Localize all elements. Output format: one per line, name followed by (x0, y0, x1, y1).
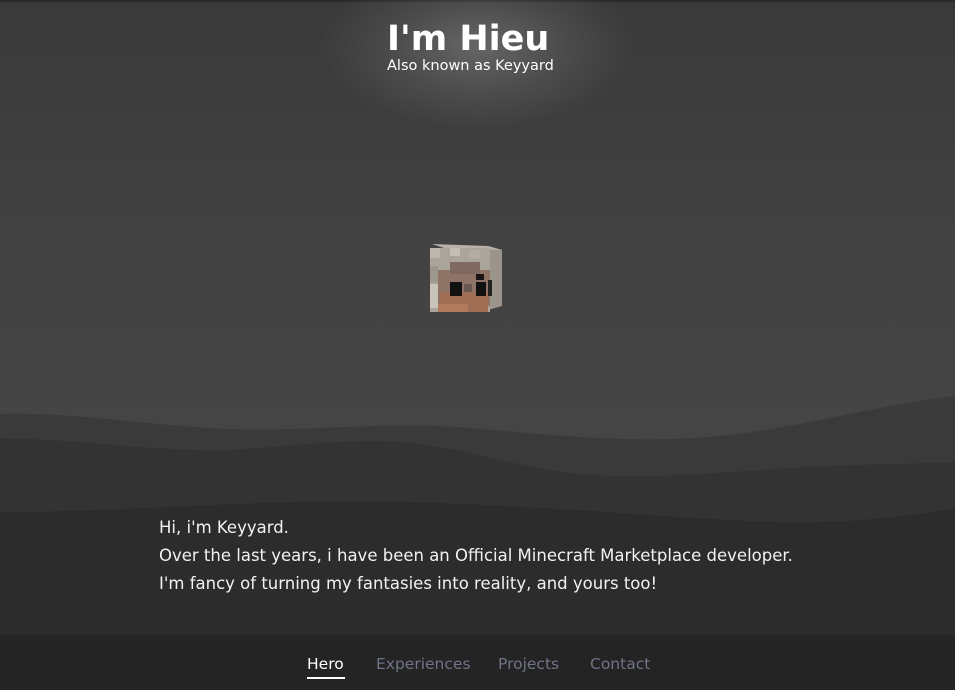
nav-item-projects[interactable]: Projects (498, 654, 559, 674)
bio-line: Over the last years, i have been an Offi… (159, 546, 793, 565)
hero-section: I'm Hieu Also known as Keyyard Hi, i'm K… (0, 0, 955, 690)
nav-list: Hero Experiences Projects Contact (0, 635, 955, 690)
bottom-navbar: Hero Experiences Projects Contact (0, 635, 955, 690)
bio-line: I'm fancy of turning my fantasies into r… (159, 574, 658, 593)
bio-text: Hi, i'm Keyyard. Over the last years, i … (159, 514, 793, 598)
nav-item-experiences[interactable]: Experiences (376, 654, 471, 674)
bio-line: Hi, i'm Keyyard. (159, 518, 289, 537)
active-nav-underline (307, 677, 345, 679)
avatar-icon (430, 244, 502, 312)
nav-item-contact[interactable]: Contact (590, 654, 650, 674)
nav-item-hero[interactable]: Hero (307, 654, 344, 674)
